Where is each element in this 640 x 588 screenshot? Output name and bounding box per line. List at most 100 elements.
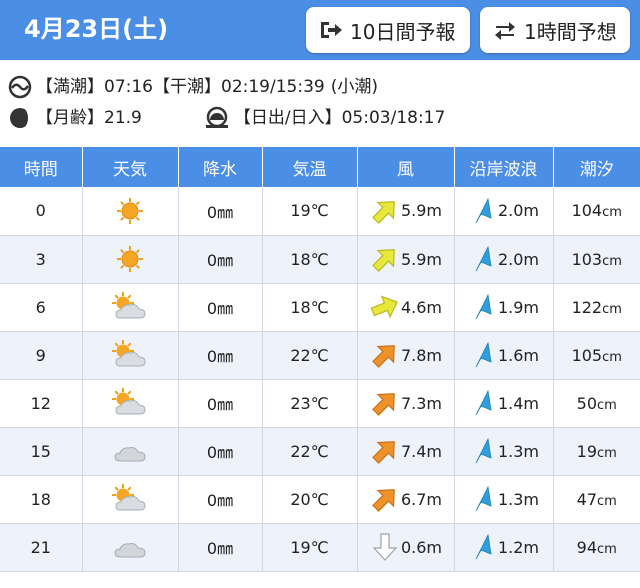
cloudy-sunny-icon xyxy=(112,292,146,319)
wind-direction-icon xyxy=(372,393,395,416)
cloudy-icon xyxy=(114,447,146,462)
temp-cell: 18℃ xyxy=(261,283,357,332)
wave-direction-icon xyxy=(475,245,492,272)
wave-direction-icon xyxy=(475,533,492,560)
wave-cell: 1.2m xyxy=(453,523,553,572)
sunny-icon xyxy=(117,197,143,224)
wind-cell: 5.9m xyxy=(356,235,454,284)
tide-cell: 103cm xyxy=(552,235,640,284)
table-row: 3 0㎜ 18℃ 5.9m 2.0m 103cm xyxy=(0,235,640,284)
temp-cell: 20℃ xyxy=(261,475,357,524)
wave-cell: 2.0m xyxy=(453,235,553,284)
wave-direction-icon xyxy=(475,293,492,320)
ten-day-forecast-button[interactable]: 10日間予報 xyxy=(306,7,470,53)
tide-cell: 122cm xyxy=(552,283,640,332)
weather-cell xyxy=(81,187,178,236)
cloudy-sunny-icon xyxy=(112,388,146,415)
rain-cell: 0㎜ xyxy=(177,235,262,284)
wind-cell: 7.4m xyxy=(356,427,454,476)
cloudy-icon xyxy=(114,543,146,558)
header-temp: 気温 xyxy=(261,147,357,187)
wind-direction-icon xyxy=(372,249,395,272)
time-cell: 21 xyxy=(0,523,82,572)
header-tide: 潮汐 xyxy=(552,147,640,187)
temp-cell: 18℃ xyxy=(261,235,357,284)
wave-cell: 1.6m xyxy=(453,331,553,380)
ten-day-forecast-label: 10日間予報 xyxy=(350,19,456,44)
wind-cell: 7.8m xyxy=(356,331,454,380)
moon-age-label: 【月齢】 xyxy=(36,108,104,128)
wind-cell: 6.7m xyxy=(356,475,454,524)
rain-cell: 0㎜ xyxy=(177,331,262,380)
tide-cell: 104cm xyxy=(552,187,640,236)
table-row: 6 0㎜ 18℃ 4.6m 1.9m 122cm xyxy=(0,283,640,332)
table-row: 21 0㎜ 19℃ 0.6m 1.2m 94cm xyxy=(0,523,640,572)
exit-arrow-icon xyxy=(321,22,342,38)
wind-direction-icon xyxy=(372,441,395,464)
rain-cell: 0㎜ xyxy=(177,523,262,572)
table-row: 15 0㎜ 22℃ 7.4m 1.3m 19cm xyxy=(0,427,640,476)
swap-arrows-icon xyxy=(495,22,515,40)
wind-cell: 0.6m xyxy=(356,523,454,572)
temp-cell: 19℃ xyxy=(261,523,357,572)
wave-direction-icon xyxy=(475,197,492,223)
temp-cell: 19℃ xyxy=(261,187,357,236)
tide-wave-icon xyxy=(8,75,32,99)
date-title: 4月23日(土) xyxy=(24,15,169,43)
moon-age-value: 21.9 xyxy=(104,108,142,128)
wind-direction-icon xyxy=(370,295,398,319)
sunrise-sunset-icon xyxy=(205,106,228,128)
wind-cell: 5.9m xyxy=(356,187,454,236)
weather-cell xyxy=(81,475,178,524)
header-weather: 天気 xyxy=(81,147,178,187)
temp-cell: 22℃ xyxy=(261,427,357,476)
cloudy-sunny-icon xyxy=(112,340,146,367)
time-cell: 3 xyxy=(0,235,82,284)
wind-direction-icon xyxy=(372,533,398,561)
wave-cell: 1.3m xyxy=(453,475,553,524)
one-hour-forecast-button[interactable]: 1時間予想 xyxy=(480,7,630,53)
time-cell: 6 xyxy=(0,283,82,332)
table-row: 9 0㎜ 22℃ 7.8m 1.6m 105cm xyxy=(0,331,640,380)
sunny-icon xyxy=(117,246,143,272)
tide-type: (小潮) xyxy=(330,77,378,97)
table-header-row: 時間 天気 降水 気温 風 沿岸波浪 潮汐 xyxy=(0,147,640,187)
weather-cell xyxy=(81,235,178,284)
wave-cell: 1.3m xyxy=(453,427,553,476)
cloudy-sunny-icon xyxy=(112,484,146,511)
temp-cell: 22℃ xyxy=(261,331,357,380)
weather-cell xyxy=(81,523,178,572)
header-time: 時間 xyxy=(0,147,82,187)
wind-cell: 4.6m xyxy=(356,283,454,332)
tide-cell: 50cm xyxy=(552,379,640,428)
wind-direction-icon xyxy=(372,345,395,368)
tide-info-row: 【満潮】 07:16 【干潮】 02:19/15:39 (小潮) xyxy=(8,75,378,99)
wind-direction-icon xyxy=(372,200,395,224)
rain-cell: 0㎜ xyxy=(177,187,262,236)
temp-cell: 23℃ xyxy=(261,379,357,428)
weather-cell xyxy=(81,427,178,476)
time-cell: 9 xyxy=(0,331,82,380)
rain-cell: 0㎜ xyxy=(177,283,262,332)
one-hour-forecast-label: 1時間予想 xyxy=(524,19,617,44)
wind-cell: 7.3m xyxy=(356,379,454,428)
sun-value: 05:03/18:17 xyxy=(341,108,446,128)
sun-label: 【日出/日入】 xyxy=(233,108,342,128)
rain-cell: 0㎜ xyxy=(177,427,262,476)
wave-direction-icon xyxy=(475,437,492,464)
rain-cell: 0㎜ xyxy=(177,475,262,524)
weather-cell xyxy=(81,379,178,428)
weather-cell xyxy=(81,283,178,332)
rain-cell: 0㎜ xyxy=(177,379,262,428)
table-row: 0 0㎜ 19℃ 5.9m 2.0m 104cm xyxy=(0,187,640,236)
moon-phase-icon xyxy=(10,108,32,128)
header-wave: 沿岸波浪 xyxy=(453,147,553,187)
weather-cell xyxy=(81,331,178,380)
high-tide-value: 07:16 xyxy=(104,77,153,97)
wave-direction-icon xyxy=(475,485,492,512)
wave-direction-icon xyxy=(475,341,492,368)
app-header: 4月23日(土) 10日間予報 1時間予想 xyxy=(0,0,640,60)
tide-cell: 47cm xyxy=(552,475,640,524)
header-rain: 降水 xyxy=(177,147,262,187)
tide-cell: 19cm xyxy=(552,427,640,476)
